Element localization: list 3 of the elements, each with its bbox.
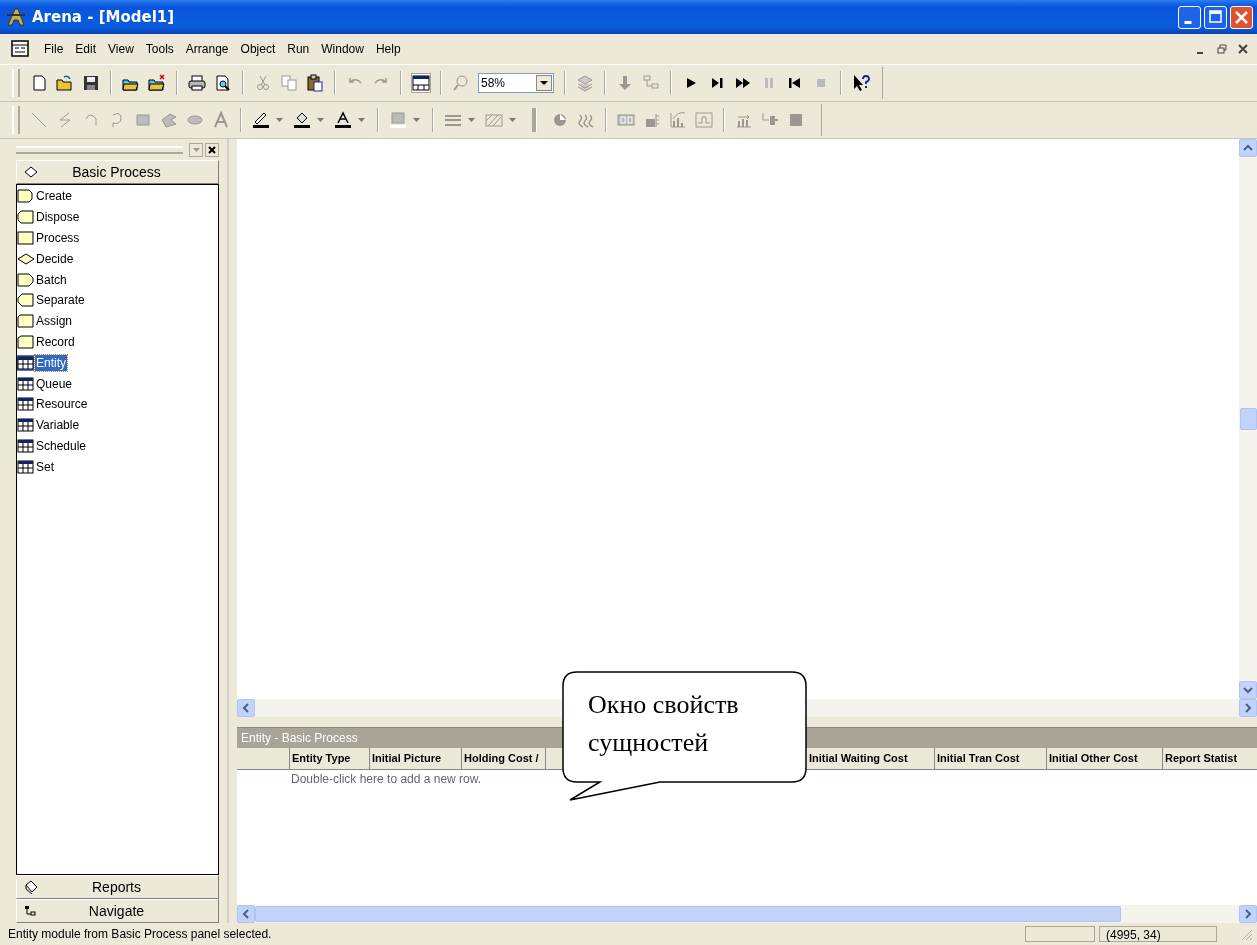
status-message: Entity module from Basic Process panel selected. [8, 927, 273, 941]
cursor-coordinates: (4995, 34) [1099, 926, 1217, 942]
window-title: Arena - [Model1] [32, 8, 175, 26]
